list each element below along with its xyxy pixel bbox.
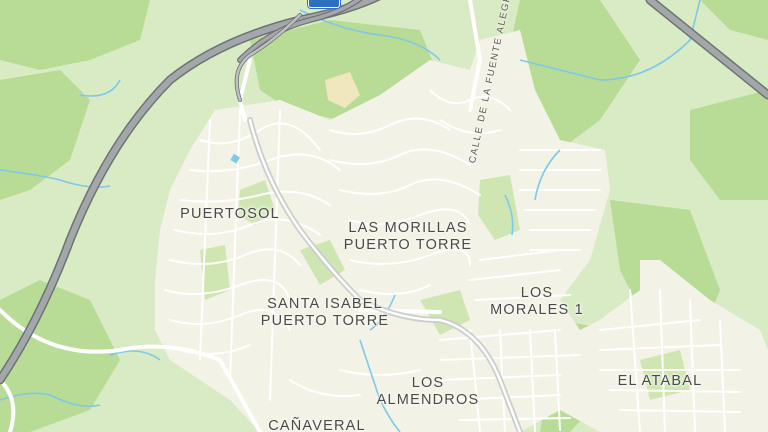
- place-label-los-morales-1[interactable]: LOS MORALES 1: [490, 285, 584, 319]
- place-label-line-2: ALMENDROS: [376, 392, 480, 408]
- place-label-los-almendros[interactable]: LOS ALMENDROS: [377, 375, 480, 409]
- place-label-line-2: MORALES 1: [490, 302, 584, 318]
- place-label-line-2: PUERTO TORRE: [260, 313, 390, 329]
- map-canvas[interactable]: CALLE DE LA FUENTE ALEGRE PUERTOSOL LAS …: [0, 0, 768, 432]
- place-label-line-1: SANTA ISABEL: [267, 296, 383, 312]
- place-label-line-2: PUERTO TORRE: [343, 237, 473, 253]
- place-label-line-1: LAS MORILLAS: [348, 220, 468, 236]
- place-label-las-morillas-puerto-torre[interactable]: LAS MORILLAS PUERTO TORRE: [344, 220, 473, 254]
- place-label-el-atabal[interactable]: EL ATABAL: [618, 373, 703, 390]
- place-label-puertosol[interactable]: PUERTOSOL: [180, 206, 280, 223]
- place-label-line-1: LOS: [411, 375, 445, 391]
- place-label-canaveral-text: CAÑAVERAL: [268, 418, 366, 432]
- place-label-line-1: LOS: [520, 285, 554, 301]
- place-label-el-atabal-text: EL ATABAL: [617, 373, 703, 389]
- place-label-canaveral[interactable]: CAÑAVERAL: [268, 418, 366, 432]
- highway-shield-icon[interactable]: [308, 0, 340, 8]
- place-label-santa-isabel-puerto-torre[interactable]: SANTA ISABEL PUERTO TORRE: [261, 296, 390, 330]
- map-base: [0, 0, 768, 432]
- place-label-puertosol-text: PUERTOSOL: [180, 206, 280, 222]
